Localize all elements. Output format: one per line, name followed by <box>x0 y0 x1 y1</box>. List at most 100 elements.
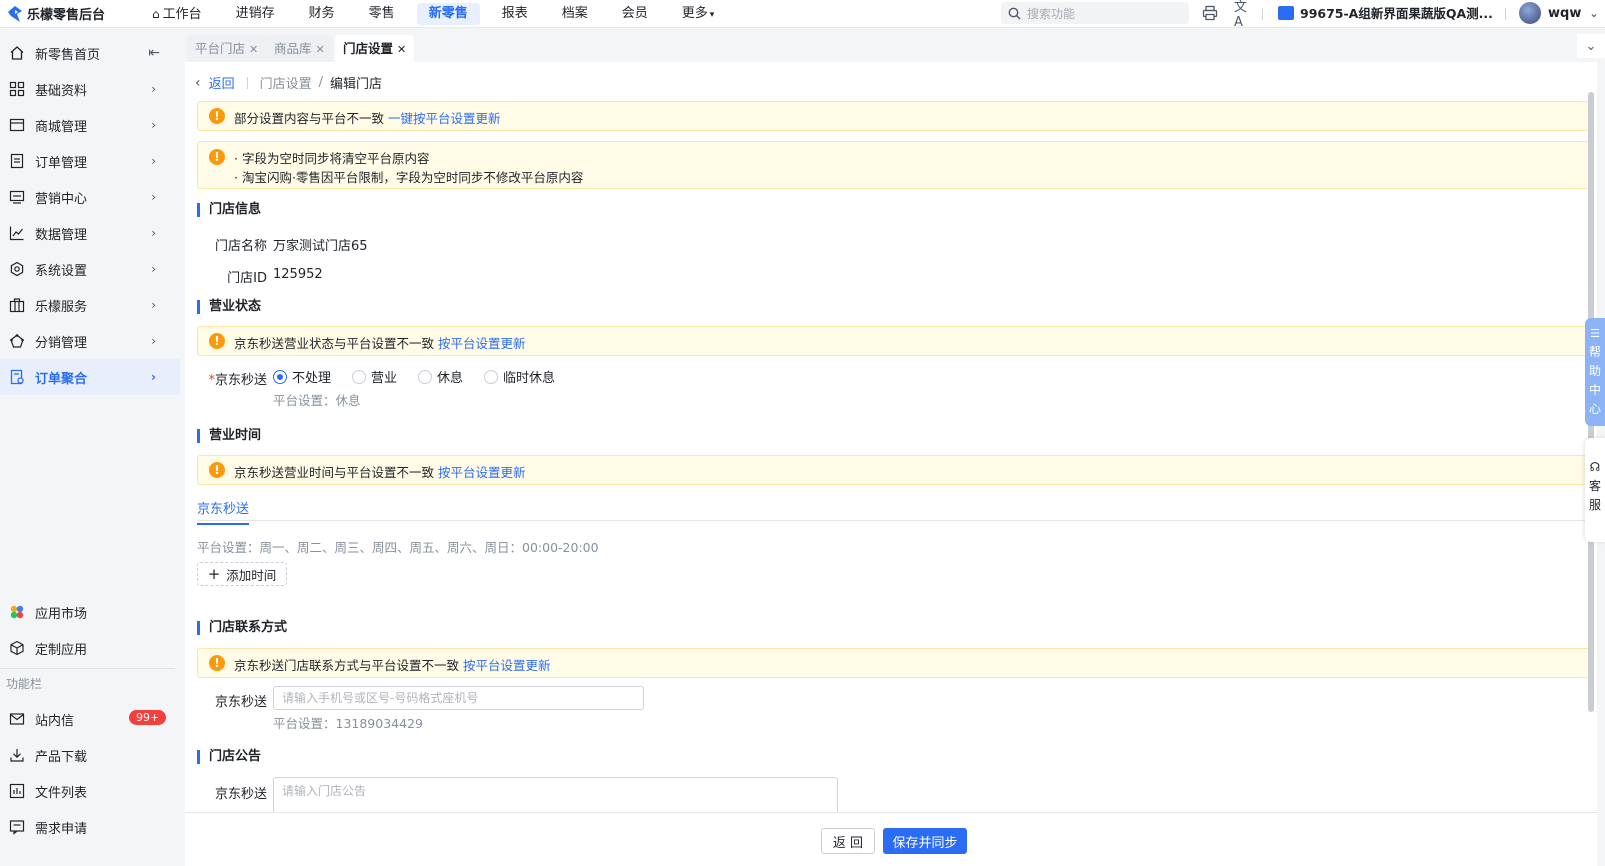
close-icon[interactable]: ✕ <box>397 43 406 56</box>
unread-badge: 99+ <box>129 710 167 725</box>
sidebar-item-lemon-service[interactable]: 乐檬服务 › <box>0 287 180 323</box>
radio-rest[interactable]: 休息 <box>418 367 463 386</box>
tab-label: 门店设置 <box>343 41 394 56</box>
sidebar-item-data[interactable]: 数据管理 › <box>0 215 180 251</box>
sidebar-item-label: 数据管理 <box>35 227 88 243</box>
nav-retail[interactable]: 零售 <box>357 3 407 25</box>
tabs-dropdown-chevron-icon[interactable]: ⌄ <box>1577 34 1605 58</box>
sidebar-item-label: 定制应用 <box>35 642 88 658</box>
top-nav: ⌂ 工作台 进销存 财务 零售 新零售 报表 档案 会员 更多 ▾ <box>140 0 736 28</box>
sidebar-item-home[interactable]: 新零售首页 ⇤ <box>0 35 180 71</box>
breadcrumb-current: 编辑门店 <box>330 77 383 92</box>
sidebar-item-orders[interactable]: 订单管理 › <box>0 143 180 179</box>
warning-icon: ! <box>209 655 225 671</box>
radio-open[interactable]: 营业 <box>352 367 397 386</box>
nav-workbench[interactable]: ⌂ 工作台 <box>140 3 214 25</box>
radio-no-action[interactable]: 不处理 <box>273 367 331 386</box>
sidebar-item-mall[interactable]: 商城管理 › <box>0 107 180 143</box>
back-label: 返回 <box>208 77 235 92</box>
service-char: 客 <box>1588 479 1601 493</box>
order-aggregate-icon <box>8 368 26 386</box>
order-icon <box>8 152 26 170</box>
sidebar-item-request[interactable]: 需求申请 <box>0 809 180 845</box>
help-char: 帮 <box>1588 345 1601 359</box>
tab-product-library[interactable]: 商品库 ✕ <box>266 35 333 62</box>
sidebar-item-order-aggregate[interactable]: 订单聚合 › <box>0 359 180 395</box>
user-menu[interactable]: wqw ⌄ <box>1519 2 1599 24</box>
sidebar-item-label: 订单聚合 <box>35 371 88 387</box>
add-time-button[interactable]: + 添加时间 <box>197 562 287 586</box>
tab-store-settings[interactable]: 门店设置 ✕ <box>335 35 415 62</box>
chevron-right-icon: › <box>151 154 156 168</box>
close-icon[interactable]: ✕ <box>249 43 258 56</box>
sidebar-item-download[interactable]: 产品下载 <box>0 737 180 773</box>
nav-archive[interactable]: 档案 <box>550 3 600 25</box>
breadcrumb-parent[interactable]: 门店设置 <box>260 73 312 92</box>
sidebar-item-marketing[interactable]: 营销中心 › <box>0 179 180 215</box>
request-icon <box>8 818 26 836</box>
save-sync-button[interactable]: 保存并同步 <box>883 828 967 854</box>
radio-label: 临时休息 <box>503 371 556 386</box>
chevron-right-icon: › <box>151 190 156 204</box>
nav-finance[interactable]: 财务 <box>297 3 347 25</box>
collapse-sidebar-icon[interactable]: ⇤ <box>148 45 160 61</box>
sync-all-link[interactable]: 一键按平台设置更新 <box>388 111 501 126</box>
sidebar-item-label: 基础资料 <box>35 83 88 99</box>
sidebar-item-custom-app[interactable]: 定制应用 <box>0 630 180 666</box>
status-platform-setting: 平台设置：休息 <box>273 393 361 408</box>
app-title: 乐檬零售后台 <box>27 8 106 23</box>
contact-alert: ! 京东秒送门店联系方式与平台设置不一致 按平台设置更新 <box>197 648 1589 678</box>
help-icon: ☰ <box>1590 327 1600 340</box>
sidebar-item-basic-data[interactable]: 基础资料 › <box>0 71 180 107</box>
divider <box>1262 8 1263 20</box>
nav-new-retail[interactable]: 新零售 <box>416 2 480 25</box>
section-title-contact: 门店联系方式 <box>197 621 287 635</box>
sync-status-link[interactable]: 按平台设置更新 <box>438 336 526 351</box>
nav-reports[interactable]: 报表 <box>490 3 540 25</box>
function-section-label: 功能栏 <box>6 677 43 691</box>
add-time-label: 添加时间 <box>226 567 277 583</box>
sidebar-item-settings[interactable]: 系统设置 › <box>0 251 180 287</box>
radio-temp-rest[interactable]: 临时休息 <box>484 367 555 386</box>
sidebar-item-label: 乐檬服务 <box>35 299 88 315</box>
search-input[interactable]: 搜索功能 <box>1001 2 1189 24</box>
plus-icon: + <box>207 565 221 583</box>
chevron-down-icon: ⌄ <box>1589 6 1599 20</box>
headset-icon: ☊ <box>1589 460 1601 474</box>
printer-icon[interactable] <box>1201 4 1219 22</box>
divider <box>1505 8 1506 20</box>
nav-member[interactable]: 会员 <box>610 3 660 25</box>
brand[interactable]: 乐檬零售后台 <box>0 4 140 23</box>
sidebar-item-app-market[interactable]: 应用市场 <box>0 594 180 630</box>
sync-alert: ! 部分设置内容与平台不一致 一键按平台设置更新 <box>197 101 1589 131</box>
help-char: 心 <box>1588 402 1601 416</box>
note-text: · 淘宝闪购·零售因平台限制，字段为空时同步不修改平台原内容 <box>234 170 584 185</box>
close-icon[interactable]: ✕ <box>316 43 325 56</box>
tab-platform-store[interactable]: 平台门店 ✕ <box>187 35 267 62</box>
note-text: · 字段为空时同步将清空平台原内容 <box>234 151 430 166</box>
sidebar-item-label: 商城管理 <box>35 119 88 135</box>
store-id-value: 125952 <box>273 267 323 282</box>
service-icon <box>8 296 26 314</box>
back-link[interactable]: ‹ 返回 <box>195 73 235 93</box>
customer-service-button[interactable]: ☊ 客 服 <box>1585 438 1605 542</box>
sidebar-item-file-list[interactable]: 文件列表 <box>0 773 180 809</box>
nav-inventory[interactable]: 进销存 <box>224 3 287 25</box>
help-center-button[interactable]: ☰ 帮 助 中 心 <box>1585 318 1605 426</box>
channel-label: 京东秒送 <box>214 373 267 388</box>
translate-icon[interactable]: 文A <box>1234 0 1252 30</box>
sync-hours-link[interactable]: 按平台设置更新 <box>438 465 526 480</box>
chevron-right-icon: › <box>151 82 156 96</box>
chevron-left-icon: ‹ <box>195 74 201 91</box>
section-title-store-info: 门店信息 <box>197 203 261 217</box>
contact-phone-input[interactable] <box>273 686 644 710</box>
sidebar-item-distribution[interactable]: 分销管理 › <box>0 323 180 359</box>
back-button[interactable]: 返 回 <box>821 828 875 854</box>
home-icon <box>8 44 26 62</box>
store-notice-textarea[interactable] <box>273 777 838 812</box>
sync-contact-link[interactable]: 按平台设置更新 <box>463 658 551 673</box>
download-icon <box>8 746 26 764</box>
nav-more[interactable]: 更多 ▾ <box>670 3 727 25</box>
store-selector[interactable]: 99675-A组新界面果蔬版QA测... <box>1278 3 1493 22</box>
sidebar-item-inbox[interactable]: 站内信 99+ <box>0 701 180 737</box>
